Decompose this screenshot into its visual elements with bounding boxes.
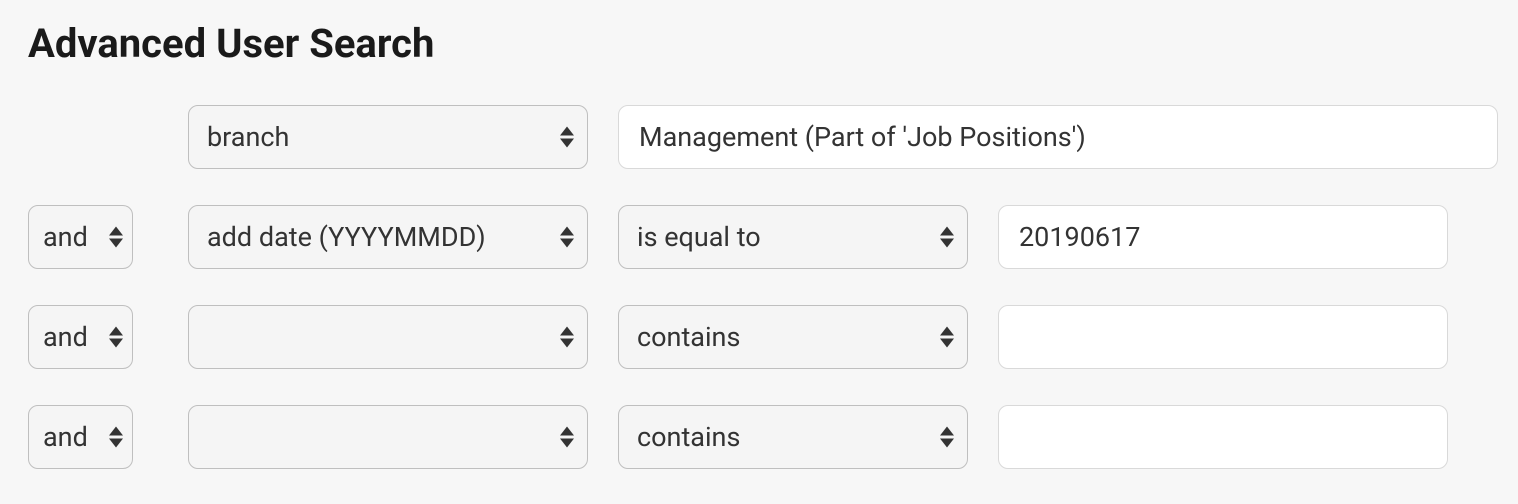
logic-select-label-3: and (43, 421, 88, 453)
operator-select-2[interactable]: contains (618, 305, 968, 369)
logic-select-wrap-1: and (28, 205, 133, 269)
logic-select-1[interactable]: and (28, 205, 133, 269)
value-input-3[interactable] (998, 405, 1448, 469)
logic-select-wrap-2: and (28, 305, 133, 369)
field-select-1[interactable]: add date (YYYYMMDD) (188, 205, 588, 269)
operator-select-3[interactable]: contains (618, 405, 968, 469)
operator-select-wrap-3: contains (618, 405, 968, 469)
field-select-3[interactable] (188, 405, 588, 469)
value-input-0[interactable] (618, 105, 1498, 169)
field-select-2[interactable] (188, 305, 588, 369)
logic-select-label-1: and (43, 221, 88, 253)
field-select-label-1: add date (YYYYMMDD) (207, 221, 486, 253)
value-input-2[interactable] (998, 305, 1448, 369)
search-criteria-rows: branch and add date (YYYYMMDD) (28, 105, 1490, 469)
operator-select-label-2: contains (637, 321, 740, 353)
search-row-3: and contains (28, 405, 1490, 469)
field-select-label-0: branch (207, 121, 289, 153)
value-input-1[interactable] (998, 205, 1448, 269)
field-select-wrap-1: add date (YYYYMMDD) (188, 205, 588, 269)
logic-select-3[interactable]: and (28, 405, 133, 469)
logic-select-label-2: and (43, 321, 88, 353)
operator-select-wrap-2: contains (618, 305, 968, 369)
operator-select-1[interactable]: is equal to (618, 205, 968, 269)
field-select-wrap-0: branch (188, 105, 588, 169)
search-row-1: and add date (YYYYMMDD) is equal to (28, 205, 1490, 269)
operator-select-wrap-1: is equal to (618, 205, 968, 269)
operator-select-label-1: is equal to (637, 221, 761, 253)
search-row-0: branch (28, 105, 1490, 169)
page-title: Advanced User Search (28, 20, 1490, 67)
search-row-2: and contains (28, 305, 1490, 369)
field-select-wrap-3 (188, 405, 588, 469)
field-select-wrap-2 (188, 305, 588, 369)
field-select-0[interactable]: branch (188, 105, 588, 169)
logic-select-wrap-3: and (28, 405, 133, 469)
operator-select-label-3: contains (637, 421, 740, 453)
logic-select-2[interactable]: and (28, 305, 133, 369)
